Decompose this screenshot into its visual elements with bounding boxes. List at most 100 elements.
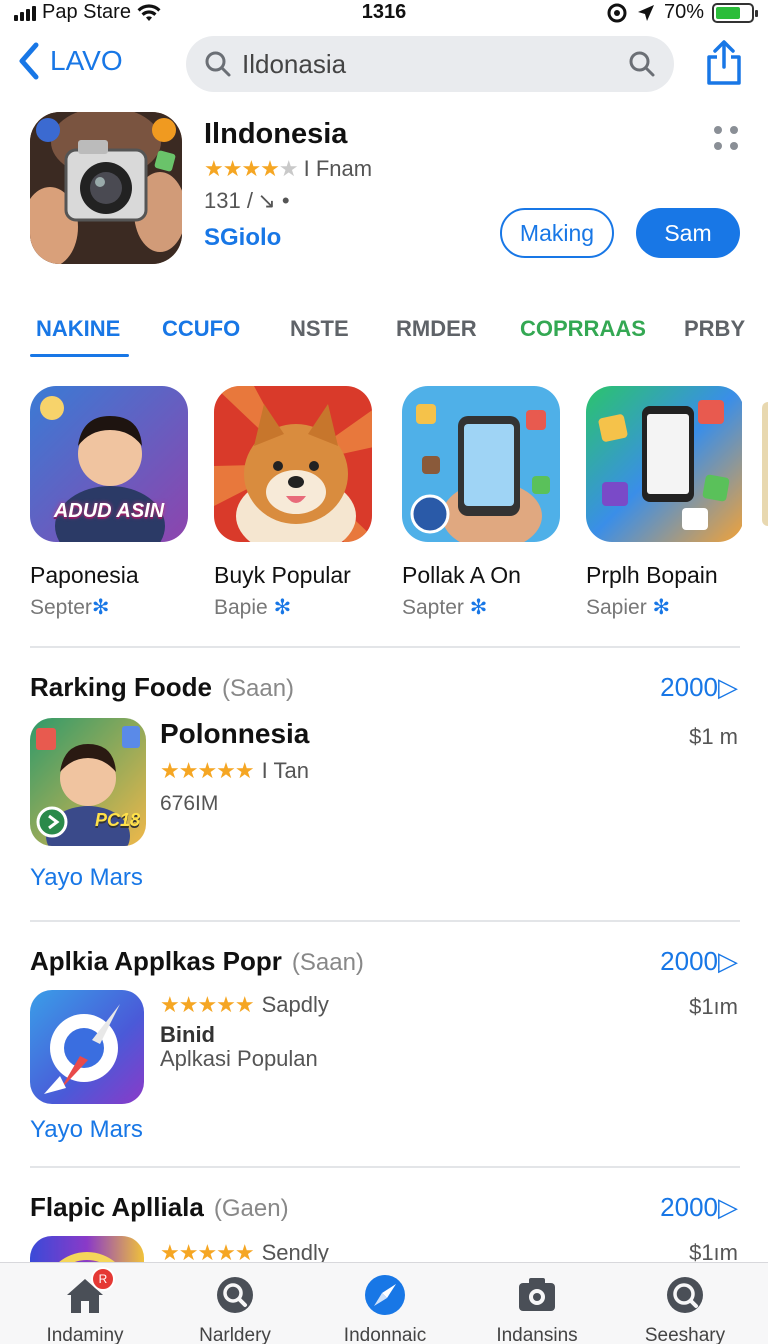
app-icon[interactable] [30,1236,144,1262]
card-title: Prplh Bopain [586,562,718,588]
carousel-card[interactable]: ADUD ASIN Paponesia Septer✻ [30,386,192,620]
phone-collage-icon [586,386,744,542]
section-see-all-link[interactable]: 2000▷ [660,672,738,703]
app-description: Aplkasi Populan [160,1046,318,1071]
snowflake-icon: ✻ [469,596,488,619]
section-title: Flapic Apllialа (Gaen) [30,1192,289,1222]
back-button[interactable]: LAVO [18,42,123,80]
active-tab-indicator [30,354,129,357]
card-title: Buyk Popular [214,562,351,588]
tabbar-item-home[interactable]: R Indaminy [10,1267,160,1344]
search-bar[interactable] [186,36,674,92]
app-icon[interactable] [30,112,182,264]
section-title: Rarking Foode (Saan) [30,672,295,702]
carousel-next-card-peek[interactable] [762,402,768,526]
home-icon: R [63,1267,115,1317]
share-icon[interactable] [704,40,744,86]
carousel-card[interactable]: Pollak A On Sapter ✻ [402,386,564,620]
tab-nste[interactable]: NSTE [290,316,349,342]
tabbar-item-search[interactable]: Narldery [160,1273,310,1344]
tabbar-item-explore[interactable]: Indonnaic [310,1273,460,1344]
section-tag: (Saan) [291,949,364,976]
list-section: Flapic Apllialа (Gaen) 2000▷ ★★★★★ Sendly… [0,1192,768,1262]
magnifier-icon [663,1273,707,1317]
boy-portrait-icon: ADUD ASIN [30,386,188,542]
more-options-icon[interactable] [714,126,740,152]
search-icon [205,51,231,77]
tabbar-label: Indaminy [46,1325,124,1344]
secondary-action-button[interactable]: Making [500,208,614,258]
tab-rmder[interactable]: RMDER [396,316,477,342]
card-title: Paponesia [30,562,139,588]
app-rating: ★★★★★ I Tan [160,758,309,784]
primary-action-button[interactable]: Sam [636,208,740,258]
card-subtitle: Bapie ✻ [214,596,292,619]
divider [30,646,740,648]
status-right-group: 70% [606,1,758,24]
notification-badge: R [91,1267,115,1291]
camera-photo-icon [30,112,182,264]
app-title: Ilndonesia [204,118,348,150]
tabbar-label: Indansins [496,1325,578,1344]
tab-nakine[interactable]: NAKINE [36,316,120,342]
section-see-all-link[interactable]: 2000▷ [660,946,738,977]
status-bar: Pap Stare 1316 70% [0,0,768,28]
camera-icon [515,1273,559,1317]
chevron-left-icon [19,42,39,80]
battery-percent: 70% [663,1,704,23]
app-price: $1ım [689,1240,738,1262]
snowflake-icon: ✻ [273,596,292,619]
compass-icon [363,1273,407,1317]
carousel-card[interactable]: Buyk Popular Bapie ✻ [214,386,376,620]
list-section: Aplkia Applkas Popr (Saan) 2000▷ ★★★★★ Sa… [0,946,768,1146]
section-tag: (Saan) [222,675,295,702]
tab-coprraas[interactable]: COPRRAAS [520,316,646,342]
developer-link[interactable]: Yayo Mars [30,1116,143,1144]
rating-label: I Fnam [303,156,373,181]
snowflake-icon: ✻ [91,596,110,619]
tabbar-item-camera[interactable]: Indansins [462,1273,612,1344]
app-rating: ★★★★★ Sendly [160,1240,329,1262]
search-submit-icon[interactable] [628,50,656,78]
section-tag: (Gaen) [213,1195,289,1222]
wifi-icon [137,3,161,21]
tabbar-item-discover[interactable]: Seeshary [610,1273,760,1344]
search-round-icon [213,1273,257,1317]
compass-app-icon[interactable] [30,990,144,1104]
bottom-tab-bar: R Indaminy Narldery Indonnaic Indansins … [0,1262,768,1344]
app-price: $1 m [689,724,738,749]
navigation-bar: LAVO [0,34,768,94]
app-price: $1ım [689,994,738,1019]
snowflake-icon: ✻ [652,596,671,619]
search-input[interactable] [242,48,618,80]
back-label: LAVO [50,45,123,76]
developer-link[interactable]: Yayo Mars [30,864,143,892]
divider [30,920,740,922]
phone-in-hand-icon [402,386,560,542]
developer-link[interactable]: SGiolo [204,224,281,252]
card-title: Pollak A On [402,562,521,588]
card-subtitle: Sapter ✻ [402,596,488,619]
app-rating: ★★★★★ I Fnam [204,156,372,182]
icon-overlay-text: PC18 [94,810,140,830]
tab-ccufo[interactable]: CCUFO [162,316,240,342]
app-name: Binid [160,1022,215,1047]
app-rating: ★★★★★ Sapdly [160,992,329,1018]
section-see-all-link[interactable]: 2000▷ [660,1192,738,1223]
rating-label: Sapdly [261,992,329,1017]
carrier-name: Pap Stare [42,1,131,23]
list-section: Rarking Foode (Saan) 2000▷ PC18 Polonnesi… [0,672,768,912]
carousel-card[interactable]: Prplh Bopain Sapier ✻ [586,386,748,620]
card-subtitle: Sapier ✻ [586,596,671,619]
app-meta: 131 / ↘ • [204,188,290,213]
featured-carousel: ADUD ASIN Paponesia Septer✻ Buyk Popular… [0,386,768,626]
tabbar-label: Narldery [199,1325,271,1344]
app-downloads: 676IM [160,792,219,815]
rating-label: I Tan [261,758,309,783]
star-rating: ★★★★★ [160,992,255,1017]
star-rating: ★★★★★ [204,156,299,181]
card-subtitle: Septer✻ [30,596,110,619]
tab-prby[interactable]: PRBY [684,316,745,342]
star-rating: ★★★★★ [160,758,255,783]
boy-game-icon[interactable]: PC18 [30,718,146,846]
